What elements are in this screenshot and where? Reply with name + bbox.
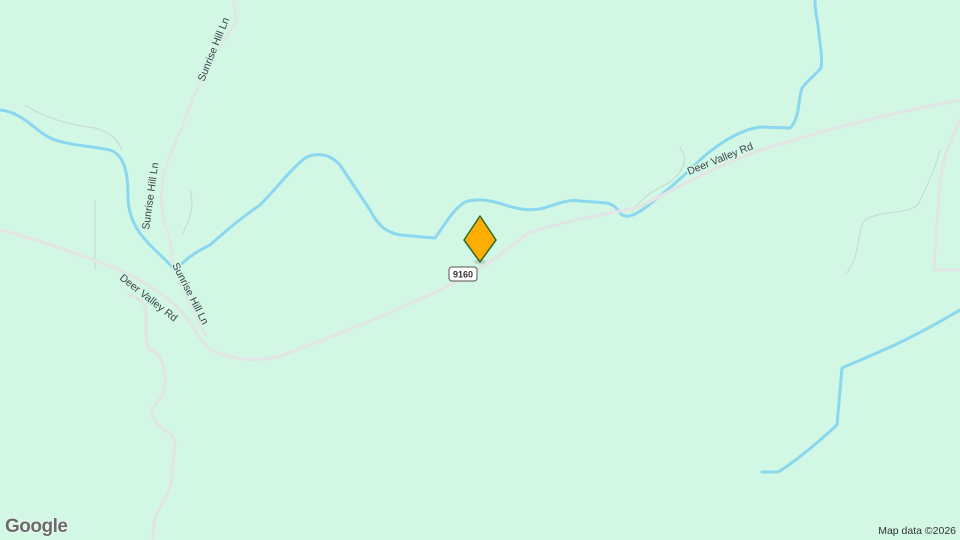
land-area: [0, 0, 960, 540]
map-layer: Deer Valley Rd Deer Valley Rd Sunrise Hi…: [0, 0, 960, 540]
google-logo[interactable]: Google: [5, 516, 68, 538]
map-attribution[interactable]: Map data ©2026: [874, 524, 960, 538]
route-shield-number: 9160: [453, 270, 473, 280]
map-canvas[interactable]: Deer Valley Rd Deer Valley Rd Sunrise Hi…: [0, 0, 960, 540]
route-shield: 9160: [448, 266, 478, 282]
